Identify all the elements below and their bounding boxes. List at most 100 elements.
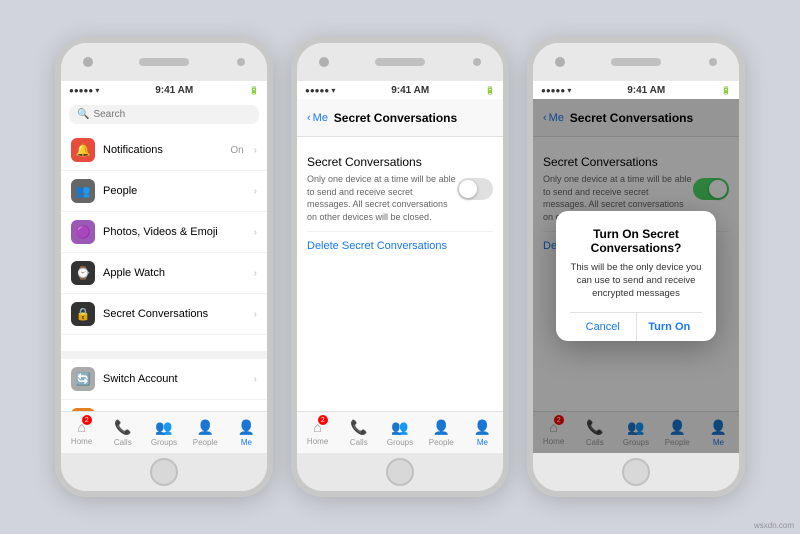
screen-3: ‹ Me Secret Conversations Secret Convers… bbox=[533, 99, 739, 453]
battery-indicator: 🔋 bbox=[721, 86, 731, 95]
nav-bar-2: ‹ Me Secret Conversations bbox=[297, 99, 503, 137]
section-divider bbox=[61, 351, 267, 359]
secret-toggle[interactable] bbox=[457, 178, 493, 200]
me-tab-icon: 👤 bbox=[474, 419, 491, 436]
photos-label: Photos, Videos & Emoji bbox=[103, 226, 246, 238]
signal-indicator: ●●●●● ▾ bbox=[69, 86, 99, 95]
chevron-icon: › bbox=[254, 309, 257, 320]
signal-indicator: ●●●●● ▾ bbox=[541, 86, 571, 95]
search-input[interactable] bbox=[93, 109, 251, 120]
list-item[interactable]: ⚠ Report a Problem › bbox=[61, 400, 267, 411]
phone-1: ●●●●● ▾ 9:41 AM 🔋 🔍 🔔 Notifications On ›… bbox=[55, 37, 273, 497]
tab-home[interactable]: ⌂ 2 Home bbox=[61, 412, 102, 453]
applewatch-label: Apple Watch bbox=[103, 267, 246, 279]
tab-bar-1: ⌂ 2 Home 📞 Calls 👥 Groups 👤 People 👤 Me bbox=[61, 411, 267, 453]
groups-tab-label: Groups bbox=[151, 438, 177, 447]
tab-calls[interactable]: 📞 Calls bbox=[338, 412, 379, 453]
calls-tab-label: Calls bbox=[114, 438, 132, 447]
people-tab-icon: 👤 bbox=[432, 419, 449, 436]
home-tab-icon: ⌂ 2 bbox=[313, 419, 321, 435]
home-button-2[interactable] bbox=[386, 458, 414, 486]
chevron-icon: › bbox=[254, 374, 257, 385]
search-bar[interactable]: 🔍 bbox=[69, 105, 259, 124]
back-button[interactable]: ‹ Me bbox=[307, 112, 328, 124]
screen-1: 🔍 🔔 Notifications On › 👥 People › 🟣 bbox=[61, 99, 267, 453]
dialog-cancel-button[interactable]: Cancel bbox=[570, 313, 637, 341]
delete-secret-conversations-button[interactable]: Delete Secret Conversations bbox=[307, 232, 493, 260]
speaker bbox=[139, 58, 189, 66]
battery-indicator: 🔋 bbox=[249, 86, 259, 95]
me-tab-label: Me bbox=[477, 438, 488, 447]
tab-people[interactable]: 👤 People bbox=[421, 412, 462, 453]
settings-list: 🔔 Notifications On › 👥 People › 🟣 Photos… bbox=[61, 130, 267, 411]
status-time: 9:41 AM bbox=[155, 85, 193, 96]
signal-indicator: ●●●●● ▾ bbox=[305, 86, 335, 95]
list-item[interactable]: 🔄 Switch Account › bbox=[61, 359, 267, 400]
status-time: 9:41 AM bbox=[627, 85, 665, 96]
search-icon: 🔍 bbox=[77, 109, 89, 120]
back-chevron-icon: ‹ bbox=[307, 112, 311, 124]
chevron-icon: › bbox=[254, 186, 257, 197]
tab-me[interactable]: 👤 Me bbox=[226, 412, 267, 453]
switch-account-label: Switch Account bbox=[103, 373, 246, 385]
people-icon: 👥 bbox=[71, 179, 95, 203]
status-bar-3: ●●●●● ▾ 9:41 AM 🔋 bbox=[533, 81, 739, 99]
status-time: 9:41 AM bbox=[391, 85, 429, 96]
tab-me[interactable]: 👤 Me bbox=[462, 412, 503, 453]
dialog-overlay: Turn On Secret Conversations? This will … bbox=[533, 99, 739, 453]
screen-2: ‹ Me Secret Conversations Secret Convers… bbox=[297, 99, 503, 453]
list-item[interactable]: 🔒 Secret Conversations › bbox=[61, 294, 267, 335]
notifications-label: Notifications bbox=[103, 144, 222, 156]
home-button-1[interactable] bbox=[150, 458, 178, 486]
battery-indicator: 🔋 bbox=[485, 86, 495, 95]
list-item[interactable]: 🔔 Notifications On › bbox=[61, 130, 267, 171]
list-item[interactable]: 👥 People › bbox=[61, 171, 267, 212]
phone-3: ●●●●● ▾ 9:41 AM 🔋 ‹ Me Secret Conversati… bbox=[527, 37, 745, 497]
dialog-message: This will be the only device you can use… bbox=[570, 261, 702, 301]
tab-people[interactable]: 👤 People bbox=[185, 412, 226, 453]
photos-icon: 🟣 bbox=[71, 220, 95, 244]
status-bar-1: ●●●●● ▾ 9:41 AM 🔋 bbox=[61, 81, 267, 99]
sc-description: Only one device at a time will be able t… bbox=[307, 173, 457, 223]
settings-section-2: 🔄 Switch Account › ⚠ Report a Problem › … bbox=[61, 359, 267, 411]
tab-groups[interactable]: 👥 Groups bbox=[143, 412, 184, 453]
front-camera-icon bbox=[319, 57, 329, 67]
back-label: Me bbox=[313, 112, 328, 124]
dialog-title: Turn On Secret Conversations? bbox=[570, 227, 702, 255]
phone-top-1 bbox=[61, 43, 267, 81]
sensor-icon bbox=[237, 58, 245, 66]
applewatch-icon: ⌚ bbox=[71, 261, 95, 285]
phone-bottom-1 bbox=[61, 453, 267, 491]
people-tab-label: People bbox=[429, 438, 454, 447]
speaker bbox=[611, 58, 661, 66]
front-camera-icon bbox=[83, 57, 93, 67]
phone-bottom-2 bbox=[297, 453, 503, 491]
secret-label: Secret Conversations bbox=[103, 308, 246, 320]
settings-section-1: 🔔 Notifications On › 👥 People › 🟣 Photos… bbox=[61, 130, 267, 335]
dialog-buttons: Cancel Turn On bbox=[570, 312, 702, 341]
tab-groups[interactable]: 👥 Groups bbox=[379, 412, 420, 453]
list-item[interactable]: ⌚ Apple Watch › bbox=[61, 253, 267, 294]
chevron-icon: › bbox=[254, 268, 257, 279]
home-tab-label: Home bbox=[71, 437, 92, 446]
switch-account-icon: 🔄 bbox=[71, 367, 95, 391]
tab-bar-2: ⌂ 2 Home 📞 Calls 👥 Groups 👤 People 👤 Me bbox=[297, 411, 503, 453]
phone-2: ●●●●● ▾ 9:41 AM 🔋 ‹ Me Secret Conversati… bbox=[291, 37, 509, 497]
tab-calls[interactable]: 📞 Calls bbox=[102, 412, 143, 453]
phone-bottom-3 bbox=[533, 453, 739, 491]
home-badge: 2 bbox=[82, 415, 92, 425]
page-title: Secret Conversations bbox=[328, 111, 463, 125]
speaker bbox=[375, 58, 425, 66]
phone-top-2 bbox=[297, 43, 503, 81]
dialog-confirm-button[interactable]: Turn On bbox=[637, 313, 703, 341]
home-badge: 2 bbox=[318, 415, 328, 425]
secret-icon: 🔒 bbox=[71, 302, 95, 326]
sensor-icon bbox=[709, 58, 717, 66]
groups-tab-label: Groups bbox=[387, 438, 413, 447]
home-button-3[interactable] bbox=[622, 458, 650, 486]
tab-home[interactable]: ⌂ 2 Home bbox=[297, 412, 338, 453]
people-tab-label: People bbox=[193, 438, 218, 447]
me-tab-label: Me bbox=[241, 438, 252, 447]
list-item[interactable]: 🟣 Photos, Videos & Emoji › bbox=[61, 212, 267, 253]
calls-tab-label: Calls bbox=[350, 438, 368, 447]
